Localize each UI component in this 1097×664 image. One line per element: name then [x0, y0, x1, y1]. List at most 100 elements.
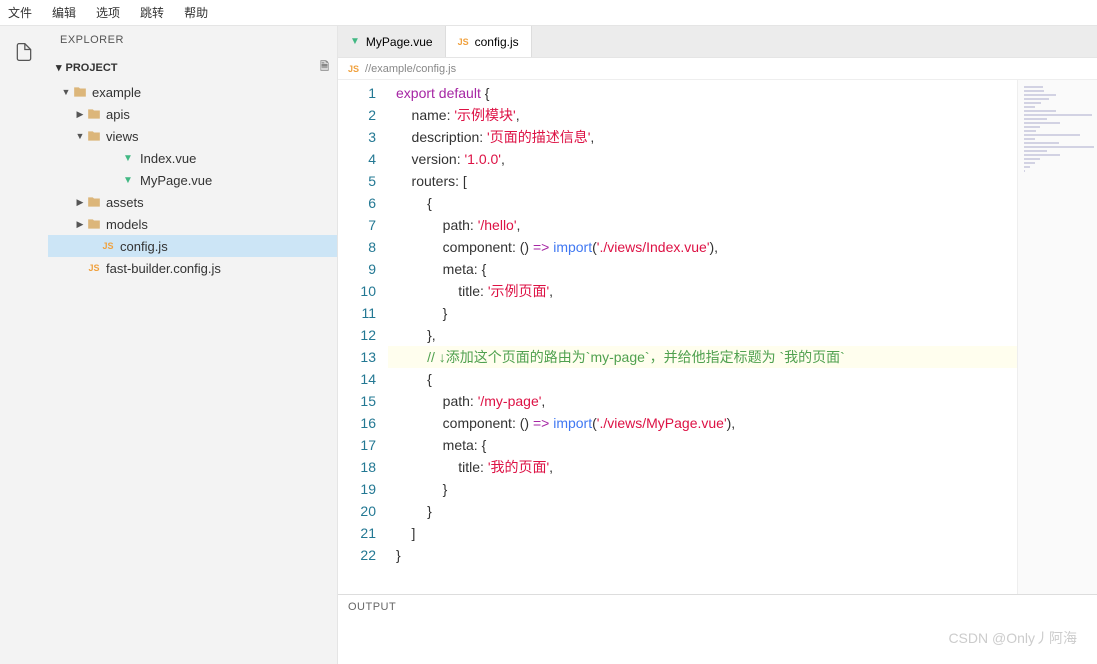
js-icon: JS: [86, 260, 102, 276]
tree-item-label: apis: [106, 107, 130, 122]
menu-item[interactable]: 选项: [96, 4, 120, 21]
tree-item-label: assets: [106, 195, 144, 210]
main-layout: EXPLORER ▾ PROJECT 🗎 ▼ example ▶ apis ▼ views…: [0, 26, 1097, 664]
folder-icon: [86, 194, 102, 210]
line-number: 9: [338, 258, 376, 280]
code-line: path: '/my-page',: [388, 390, 1017, 412]
project-header[interactable]: ▾ PROJECT 🗎: [48, 54, 337, 81]
line-number: 8: [338, 236, 376, 258]
tree-item[interactable]: JSconfig.js: [48, 235, 337, 257]
menu-item[interactable]: 编辑: [52, 4, 76, 21]
tree-item-label: example: [92, 85, 141, 100]
line-number: 18: [338, 456, 376, 478]
tree-item[interactable]: ▶ models: [48, 213, 337, 235]
chevron-down-icon: ▼: [60, 87, 72, 97]
code-line: }: [388, 544, 1017, 566]
code-line: description: '页面的描述信息',: [388, 126, 1017, 148]
code-line: {: [388, 192, 1017, 214]
vue-icon: ▼: [350, 36, 360, 47]
line-number: 20: [338, 500, 376, 522]
line-number: 5: [338, 170, 376, 192]
code-line: {: [388, 368, 1017, 390]
line-number: 13: [338, 346, 376, 368]
menubar: 文件 编辑 选项 跳转 帮助: [0, 0, 1097, 26]
chevron-down-icon: ▼: [74, 131, 86, 141]
tree-item[interactable]: ▶ apis: [48, 103, 337, 125]
code-line: }: [388, 302, 1017, 324]
folder-icon: [72, 84, 88, 100]
watermark: CSDN @Only丿阿海: [948, 628, 1077, 648]
tab[interactable]: ▼MyPage.vue: [338, 26, 446, 57]
folder-icon: [86, 106, 102, 122]
menu-item[interactable]: 文件: [8, 4, 32, 21]
tree-item-label: config.js: [120, 239, 168, 254]
vue-icon: ▼: [120, 150, 136, 166]
tree-item[interactable]: ▼ example: [48, 81, 337, 103]
folder-icon: [86, 216, 102, 232]
line-number: 3: [338, 126, 376, 148]
code-line: export default {: [388, 82, 1017, 104]
tree-item[interactable]: ▶assets: [48, 191, 337, 213]
vue-icon: ▼: [120, 172, 136, 188]
js-icon: JS: [458, 37, 469, 47]
line-number: 6: [338, 192, 376, 214]
line-number: 14: [338, 368, 376, 390]
sidebar: EXPLORER ▾ PROJECT 🗎 ▼ example ▶ apis ▼ views…: [48, 26, 338, 664]
new-file-icon[interactable]: 🗎: [320, 58, 329, 77]
line-gutter: 12345678910111213141516171819202122: [338, 80, 388, 594]
code-line: },: [388, 324, 1017, 346]
line-number: 4: [338, 148, 376, 170]
code-line: routers: [: [388, 170, 1017, 192]
tree-item[interactable]: JS fast-builder.config.js: [48, 257, 337, 279]
code-line: ]: [388, 522, 1017, 544]
tree-item[interactable]: ▼ Index.vue: [48, 147, 337, 169]
breadcrumb-path: //example/config.js: [365, 63, 456, 75]
folder-icon: [86, 128, 102, 144]
line-number: 21: [338, 522, 376, 544]
code-line: }: [388, 500, 1017, 522]
code-content[interactable]: export default { name: '示例模块', descripti…: [388, 80, 1017, 594]
code-area: 12345678910111213141516171819202122 expo…: [338, 80, 1097, 594]
sidebar-title: EXPLORER: [48, 26, 337, 54]
code-line: version: '1.0.0',: [388, 148, 1017, 170]
js-icon: JS: [348, 64, 359, 74]
tree-item-label: MyPage.vue: [140, 173, 212, 188]
tree-item-label: Index.vue: [140, 151, 196, 166]
chevron-right-icon: ▶: [74, 219, 86, 230]
editor-area: ▼MyPage.vue JS config.js JS //example/conf…: [338, 26, 1097, 664]
chevron-right-icon: ▶: [74, 109, 86, 120]
files-icon[interactable]: [10, 38, 38, 66]
line-number: 10: [338, 280, 376, 302]
line-number: 2: [338, 104, 376, 126]
tab-bar: ▼MyPage.vue JS config.js: [338, 26, 1097, 58]
code-line: meta: {: [388, 258, 1017, 280]
menu-item[interactable]: 跳转: [140, 4, 164, 21]
line-number: 11: [338, 302, 376, 324]
line-number: 15: [338, 390, 376, 412]
breadcrumb[interactable]: JS //example/config.js: [338, 58, 1097, 80]
code-line: component: () => import('./views/MyPage.…: [388, 412, 1017, 434]
code-line: title: '我的页面',: [388, 456, 1017, 478]
code-line: name: '示例模块',: [388, 104, 1017, 126]
code-line: component: () => import('./views/Index.v…: [388, 236, 1017, 258]
tree-item-label: models: [106, 217, 148, 232]
tab[interactable]: JS config.js: [446, 26, 532, 57]
code-line: title: '示例页面',: [388, 280, 1017, 302]
tree-item[interactable]: ▼ MyPage.vue: [48, 169, 337, 191]
output-title: OUTPUT: [338, 595, 1097, 619]
menu-item[interactable]: 帮助: [184, 4, 208, 21]
chevron-down-icon: ▾: [56, 61, 62, 74]
tree-item-label: fast-builder.config.js: [106, 261, 221, 276]
line-number: 17: [338, 434, 376, 456]
line-number: 22: [338, 544, 376, 566]
tree-item[interactable]: ▼ views: [48, 125, 337, 147]
line-number: 1: [338, 82, 376, 104]
line-number: 16: [338, 412, 376, 434]
project-label: PROJECT: [66, 62, 118, 74]
tree-item-label: views: [106, 129, 139, 144]
code-line: }: [388, 478, 1017, 500]
code-line: meta: {: [388, 434, 1017, 456]
minimap[interactable]: [1017, 80, 1097, 594]
tab-label: config.js: [475, 35, 519, 49]
line-number: 7: [338, 214, 376, 236]
